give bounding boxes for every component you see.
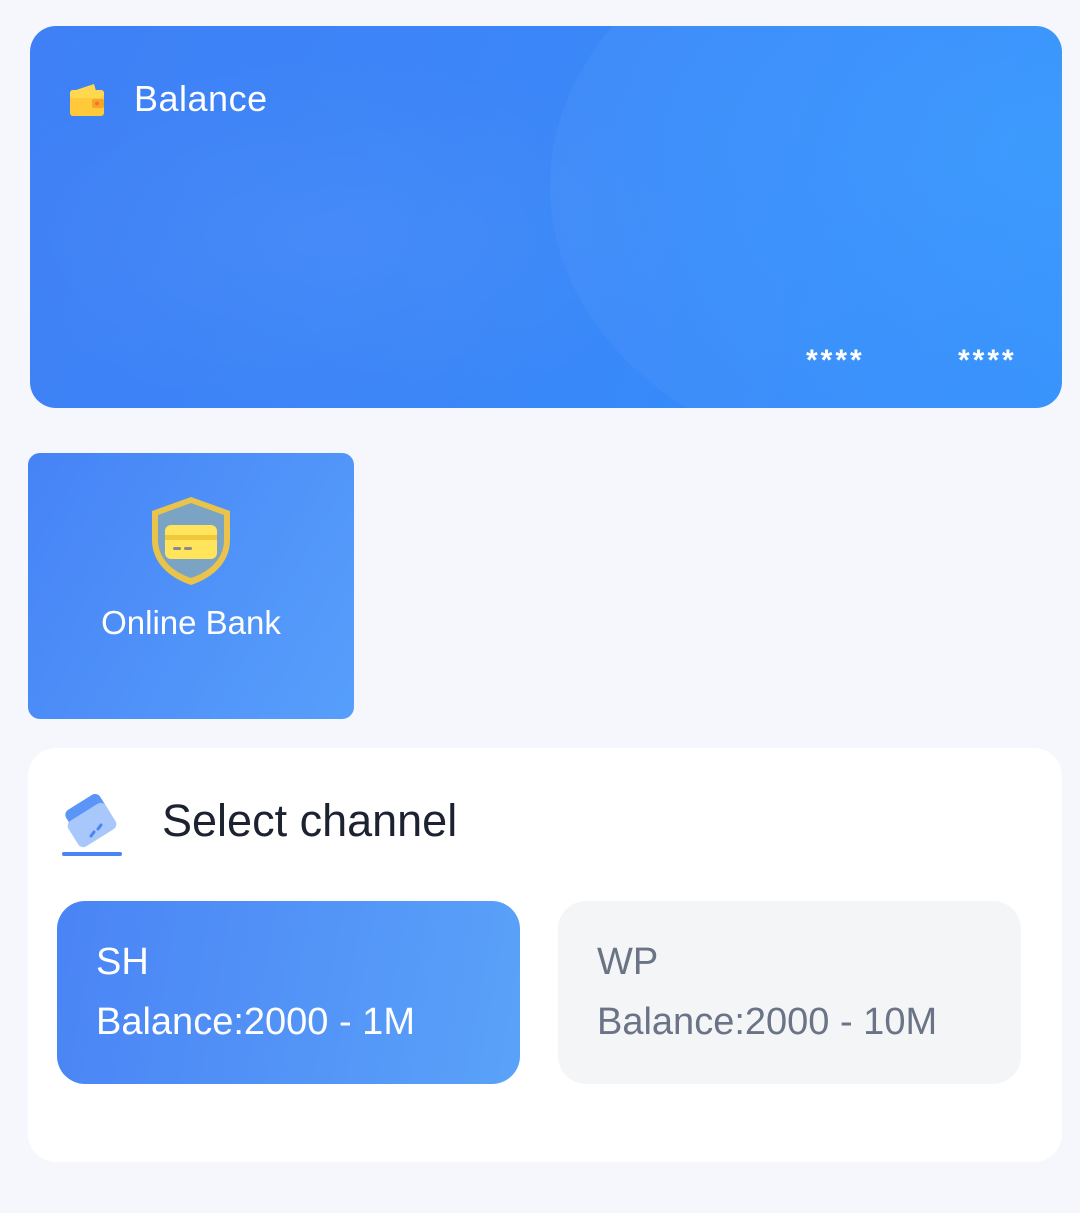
channel-option-wp[interactable]: WP Balance:2000 - 10M (558, 901, 1021, 1084)
channel-option-sh[interactable]: SH Balance:2000 - 1M (57, 901, 520, 1084)
channel-code: WP (597, 941, 659, 983)
online-bank-label: Online Bank (101, 604, 281, 641)
masked-card-number-2: **** (958, 344, 1017, 377)
select-channel-title: Select channel (162, 795, 458, 846)
shield-card-icon (152, 497, 230, 585)
wallet-icon (70, 84, 104, 116)
channel-code: SH (96, 941, 149, 983)
page: Balance **** **** Online Bank Select cha… (0, 0, 1080, 1213)
channel-balance-range: Balance:2000 - 10M (597, 1001, 938, 1043)
balance-header: Balance (68, 78, 268, 120)
card-icon (62, 794, 122, 856)
balance-label: Balance (134, 78, 268, 119)
balance-card: Balance **** **** (30, 26, 1062, 408)
channel-balance-range: Balance:2000 - 1M (96, 1001, 415, 1043)
masked-card-number-1: **** (806, 344, 865, 377)
